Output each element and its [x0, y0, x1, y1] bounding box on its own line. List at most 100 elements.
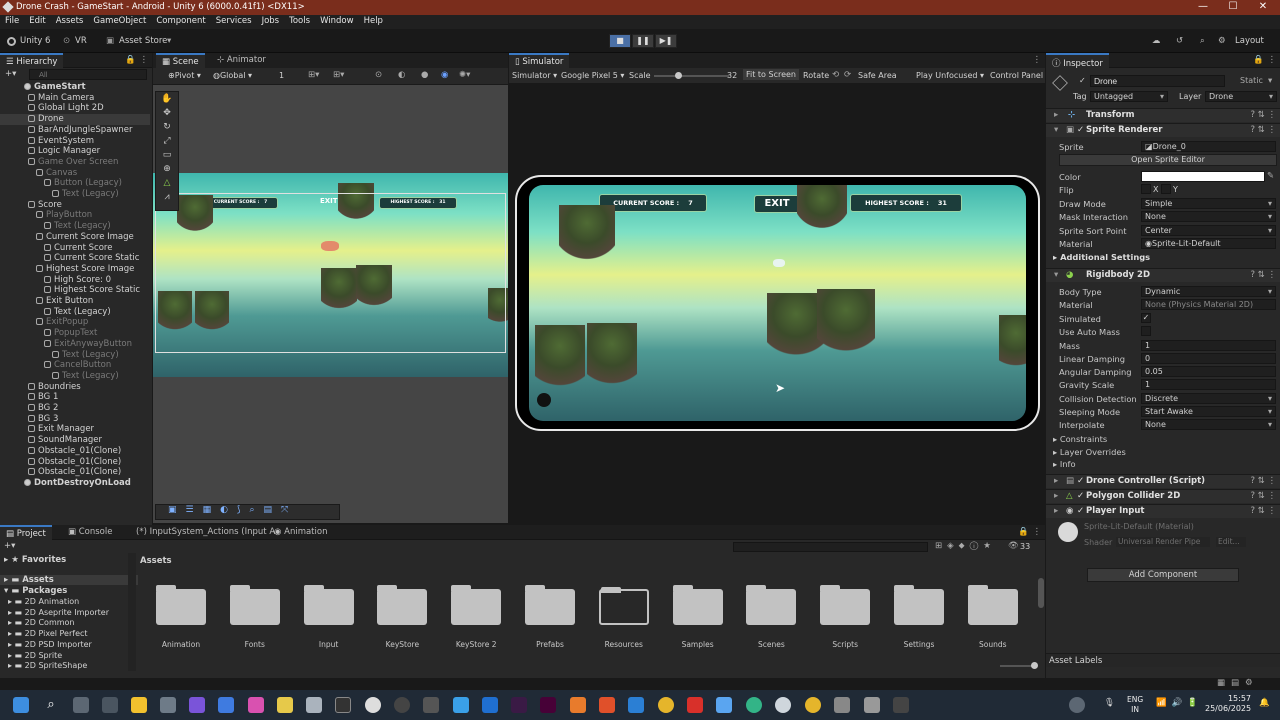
explorer-icon[interactable]: [131, 697, 147, 713]
folder-label[interactable]: Settings: [884, 640, 954, 649]
hierarchy-item[interactable]: EventSystem: [0, 136, 150, 147]
scale-tool-icon[interactable]: ⤢: [156, 134, 178, 148]
rb-material-field[interactable]: None (Physics Material 2D): [1141, 299, 1276, 310]
xd-icon[interactable]: [540, 697, 556, 713]
hierarchy-item[interactable]: Main Camera: [0, 93, 150, 104]
rotate-button[interactable]: Rotate: [803, 71, 829, 80]
hierarchy-item[interactable]: Highest Score Image: [0, 264, 150, 275]
hierarchy-item[interactable]: Obstacle_01(Clone): [0, 446, 150, 457]
folder-item[interactable]: [229, 585, 280, 627]
auto-mass-checkbox[interactable]: [1141, 326, 1151, 336]
tag-dropdown[interactable]: Untagged: [1090, 91, 1168, 102]
additional-settings-foldout[interactable]: ▸ Additional Settings: [1053, 252, 1150, 262]
transform-component-header[interactable]: ▸ ⊹ Transform ? ⇅ ⋮: [1046, 108, 1280, 122]
tab-animation[interactable]: ◉ Animation: [268, 525, 333, 540]
hierarchy-item[interactable]: Logic Manager: [0, 146, 150, 157]
tab-simulator[interactable]: ▯ Simulator: [509, 53, 570, 68]
hierarchy-item[interactable]: SoundManager: [0, 435, 150, 446]
project-search-input[interactable]: [733, 542, 928, 552]
tab-input-actions[interactable]: (*) InputSystem_Actions (Input A: [130, 525, 281, 540]
folder-item[interactable]: [894, 585, 944, 627]
maximize-button[interactable]: ☐: [1218, 1, 1248, 12]
sprite-renderer-enabled-checkbox[interactable]: ✓: [1077, 124, 1084, 137]
github-icon[interactable]: [189, 697, 205, 713]
status-icons[interactable]: ▦▤⚙: [1217, 678, 1259, 688]
hierarchy-item[interactable]: Global Light 2D: [0, 103, 150, 114]
folder-label[interactable]: Animation: [146, 640, 216, 649]
sleeping-mode-dropdown[interactable]: Start Awake: [1141, 406, 1276, 417]
device-dropdown[interactable]: Google Pixel 5 ▾: [561, 71, 624, 80]
material-field[interactable]: ◉Sprite-Lit-Default: [1141, 238, 1276, 249]
app-icon[interactable]: [248, 697, 264, 713]
hierarchy-item[interactable]: PlayButton: [0, 210, 150, 221]
grid-step-field[interactable]: 1: [279, 71, 284, 80]
mask-interaction-dropdown[interactable]: None: [1141, 211, 1276, 222]
project-lock-icon[interactable]: 🔒: [1018, 527, 1029, 537]
grid-visibility-icon[interactable]: ⊞▾: [333, 70, 344, 80]
hierarchy-item[interactable]: BG 2: [0, 403, 150, 414]
overlay-tools-icon[interactable]: ▣☰▦◐⟆⌕▤⤧: [156, 505, 297, 515]
sprite-renderer-header[interactable]: ▾ ▣ ✓ Sprite Renderer ? ⇅ ⋮: [1046, 123, 1280, 137]
inspector-more-icon[interactable]: ⋮: [1268, 55, 1277, 65]
folder-item[interactable]: [672, 585, 723, 627]
app-icon[interactable]: [687, 697, 703, 713]
pause-button[interactable]: ❚❚: [632, 34, 654, 48]
account-button[interactable]: Unity 6: [20, 36, 50, 46]
static-toggle[interactable]: Static: [1240, 76, 1263, 85]
hierarchy-item[interactable]: BG 3: [0, 414, 150, 425]
vr-dropdown[interactable]: VR: [75, 36, 87, 46]
folder-item[interactable]: [967, 585, 1018, 627]
folder-item[interactable]: [525, 585, 575, 627]
hierarchy-item[interactable]: BG 1: [0, 392, 150, 403]
folder-label[interactable]: Resources: [589, 640, 659, 649]
chrome-icon[interactable]: [658, 697, 674, 713]
hierarchy-item[interactable]: PopupText: [0, 328, 150, 339]
app-icon[interactable]: [570, 697, 586, 713]
player-input-enabled-checkbox[interactable]: ✓: [1077, 505, 1084, 518]
component-menu-icon[interactable]: ? ⇅ ⋮: [1250, 505, 1276, 518]
menu-gameobject[interactable]: GameObject: [88, 15, 151, 26]
hierarchy-item[interactable]: Score: [0, 200, 150, 211]
hand-tool-icon[interactable]: ✋: [156, 92, 178, 106]
mic-icon[interactable]: 🎙: [1104, 698, 1115, 708]
folder-item[interactable]: [377, 585, 428, 627]
info-foldout[interactable]: ▸ Info: [1053, 459, 1076, 469]
chrome-icon[interactable]: [805, 697, 821, 713]
project-breadcrumb[interactable]: Assets: [140, 556, 172, 566]
mass-input[interactable]: 1: [1141, 340, 1276, 351]
project-scrollbar[interactable]: [1038, 578, 1044, 608]
add-component-button[interactable]: Add Component: [1087, 568, 1239, 582]
language-indicator[interactable]: ENG IN: [1127, 695, 1143, 715]
menu-jobs[interactable]: Jobs: [257, 15, 285, 26]
component-menu-icon[interactable]: ? ⇅ ⋮: [1250, 475, 1276, 488]
lock-icon[interactable]: 🔒: [125, 55, 136, 65]
hierarchy-item[interactable]: Canvas: [0, 168, 150, 179]
hierarchy-item[interactable]: ExitPopup: [0, 317, 150, 328]
hierarchy-item[interactable]: ExitAnywayButton: [0, 339, 150, 350]
menu-help[interactable]: Help: [359, 15, 388, 26]
app-icon[interactable]: [394, 697, 410, 713]
drone-controller-enabled-checkbox[interactable]: ✓: [1077, 475, 1084, 488]
hierarchy-item[interactable]: Exit Button: [0, 296, 150, 307]
folder-item[interactable]: [746, 585, 797, 627]
sort-point-dropdown[interactable]: Center: [1141, 225, 1276, 236]
hierarchy-item[interactable]: Highest Score Static: [0, 285, 150, 296]
component-menu-icon[interactable]: ? ⇅ ⋮: [1250, 269, 1276, 282]
dreamweaver-icon[interactable]: [511, 697, 527, 713]
move-tool-icon[interactable]: ✥: [156, 106, 178, 120]
rotate-tool-icon[interactable]: ↻: [156, 120, 178, 134]
play-button[interactable]: ■: [609, 34, 631, 48]
folder-label[interactable]: Samples: [663, 640, 733, 649]
folder-item[interactable]: [820, 585, 871, 627]
component-menu-icon[interactable]: ? ⇅ ⋮: [1250, 109, 1276, 122]
hierarchy-item[interactable]: Text (Legacy): [0, 371, 150, 382]
hierarchy-item[interactable]: Current Score: [0, 243, 150, 254]
layout-dropdown[interactable]: Layout: [1235, 36, 1264, 46]
hierarchy-search-input[interactable]: [29, 69, 147, 80]
gizmos-icon[interactable]: ✺▾: [459, 70, 470, 80]
exit-button[interactable]: EXIT: [754, 195, 800, 213]
close-button[interactable]: ✕: [1248, 1, 1278, 12]
pivot-dropdown[interactable]: ⊕Pivot ▾: [168, 71, 201, 80]
clock[interactable]: 15:57 25/06/2025: [1205, 694, 1251, 714]
folder-label[interactable]: Sounds: [958, 640, 1028, 649]
